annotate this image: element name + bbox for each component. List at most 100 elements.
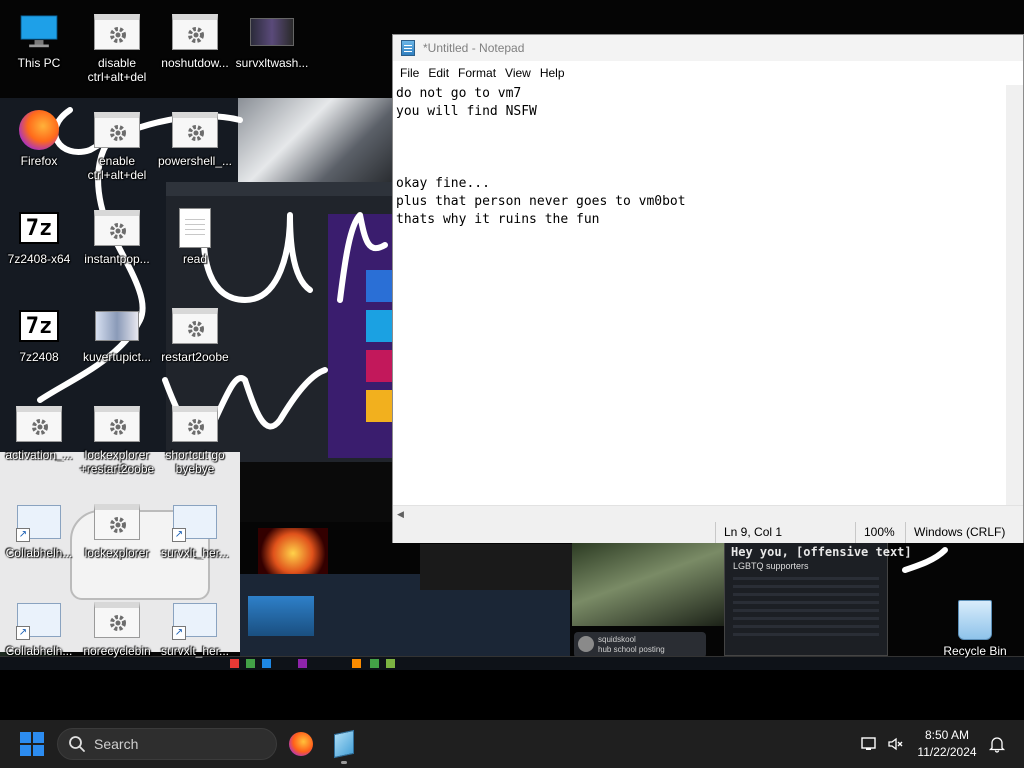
instantpop-icon[interactable]: instantpop... <box>78 198 156 292</box>
chat-text: hub school posting <box>598 644 665 654</box>
search-placeholder: Search <box>94 736 139 752</box>
chat-avatar <box>578 636 594 652</box>
7z2408-icon[interactable]: 7z 7z2408 <box>0 296 78 390</box>
settings-file-icon <box>172 14 218 50</box>
firefox-icon <box>289 732 313 756</box>
network-computer-icon <box>16 603 61 640</box>
norecyclebin-icon[interactable]: norecyclebin <box>78 590 156 684</box>
taskbar-clock[interactable]: 8:50 AM 11/22/2024 <box>912 727 982 761</box>
desktop-icon-label: norecyclebin <box>83 644 151 658</box>
window-title: *Untitled - Notepad <box>423 41 525 55</box>
settings-file-icon <box>172 308 218 344</box>
survxltwash-icon[interactable]: survxltwash... <box>233 2 311 96</box>
shortcut-go-byebye-icon[interactable]: shortcut go byebye <box>156 394 234 488</box>
7zip-icon: 7z <box>19 212 59 244</box>
lockexplorer-icon[interactable]: lockexplorer <box>78 492 156 586</box>
activation-script-icon[interactable]: activation_... <box>0 394 78 488</box>
taskbar-search[interactable]: Search <box>57 728 277 760</box>
status-bar: Ln 9, Col 1 100% Windows (CRLF) <box>393 522 1023 543</box>
scroll-left-icon[interactable]: ◀ <box>397 509 404 520</box>
disable-ctrl-alt-del-icon[interactable]: disable ctrl+alt+del <box>78 2 156 96</box>
lockexplorer-restart2oobe-icon[interactable]: lockexplorer +restart2oobe <box>78 394 156 488</box>
shortcut-file-icon <box>172 603 217 640</box>
desktop-icon-label: powershell_... <box>157 154 233 168</box>
status-position: Ln 9, Col 1 <box>715 522 855 543</box>
desktop-icon-label: disable ctrl+alt+del <box>87 56 147 84</box>
network-icon[interactable] <box>860 735 878 753</box>
recycle-bin-glyph-icon <box>958 600 992 640</box>
notification-bell-icon[interactable] <box>988 735 1006 753</box>
settings-file-icon <box>94 602 140 638</box>
text-editor[interactable]: do not go to vm7 you will find NSFW okay… <box>393 85 1023 505</box>
survxlt-her-icon[interactable]: survxlt_her... <box>156 492 234 586</box>
start-button[interactable] <box>20 732 44 756</box>
wallpaper-win8-start <box>328 214 392 458</box>
settings-file-icon <box>94 210 140 246</box>
restart2oobe-icon[interactable]: restart2oobe <box>156 296 234 390</box>
desktop-icon-label: lockexplorer <box>84 546 150 560</box>
recycle-bin-icon[interactable]: Recycle Bin <box>936 590 1014 684</box>
this-pc-icon[interactable]: This PC <box>0 2 78 96</box>
taskbar-notepad[interactable] <box>328 728 360 760</box>
wallpaper-sea-image <box>248 596 314 636</box>
monitor-icon <box>15 12 63 52</box>
wallpaper-explosion-image <box>258 528 328 574</box>
menu-file[interactable]: File <box>400 66 426 80</box>
firefox-desktop-icon[interactable]: Firefox <box>0 100 78 194</box>
status-line-ending: Windows (CRLF) <box>905 522 1023 543</box>
powershell-script-icon[interactable]: powershell_... <box>156 100 234 194</box>
read-file-icon[interactable]: read <box>156 198 234 292</box>
image-thumbnail-icon <box>250 18 294 46</box>
desktop-icon-label: shortcut go byebye <box>165 448 225 476</box>
network-computer-icon <box>16 505 61 542</box>
desktop-icon-label: enable ctrl+alt+del <box>87 154 147 182</box>
menu-edit[interactable]: Edit <box>428 66 456 80</box>
settings-file-icon <box>94 406 140 442</box>
desktop-icon-label: survxltwash... <box>235 56 309 70</box>
collabhelper-2-icon[interactable]: Collabhelh... <box>0 590 78 684</box>
wallpaper-terminal-heading: Hey you, [offensive text] <box>731 545 912 559</box>
settings-file-icon <box>172 112 218 148</box>
enable-ctrl-alt-del-icon[interactable]: enable ctrl+alt+del <box>78 100 156 194</box>
settings-file-icon <box>94 14 140 50</box>
chat-user: squidskool <box>598 635 636 644</box>
noshutdown-icon[interactable]: noshutdow... <box>156 2 234 96</box>
menu-format[interactable]: Format <box>458 66 503 80</box>
notepad-title-bar[interactable]: *Untitled - Notepad <box>393 35 1023 61</box>
wallpaper-terminal-subheading: LGBTQ supporters <box>733 561 809 571</box>
survxlt-her-2-icon[interactable]: survxlt_her... <box>156 590 234 684</box>
horizontal-scrollbar[interactable]: ◀ <box>393 505 1023 522</box>
desktop-icon-label: Recycle Bin <box>943 644 1007 658</box>
notepad-app-icon <box>401 40 415 56</box>
7zip-icon: 7z <box>19 310 59 342</box>
settings-file-icon <box>16 406 62 442</box>
desktop-icon-label: instantpop... <box>84 252 150 266</box>
desktop-icon-label: read <box>182 252 208 266</box>
settings-file-icon <box>94 112 140 148</box>
wallpaper-terminal-lines <box>733 577 879 637</box>
desktop-icon-label: Collabhelh... <box>5 546 73 560</box>
notepad-window[interactable]: *Untitled - Notepad File Edit Format Vie… <box>392 34 1024 543</box>
clock-date: 11/22/2024 <box>917 745 977 759</box>
7z2408-x64-icon[interactable]: 7z 7z2408-x64 <box>0 198 78 292</box>
settings-file-icon <box>94 504 140 540</box>
volume-muted-icon[interactable] <box>886 735 904 753</box>
menu-view[interactable]: View <box>505 66 538 80</box>
wallpaper-cars-image <box>420 544 572 590</box>
taskbar: Search 8:50 AM 11/22/2024 <box>0 720 1024 768</box>
wallpaper-green-car-image <box>572 542 724 626</box>
desktop-icon-label: kuvertupict... <box>82 350 152 364</box>
desktop-icon-label: activation_... <box>5 448 73 462</box>
desktop-icon-label: lockexplorer +restart2oobe <box>79 448 155 476</box>
active-app-indicator <box>341 761 347 764</box>
desktop-icon-label: Collabhelh... <box>5 644 73 658</box>
menu-help[interactable]: Help <box>540 66 572 80</box>
taskbar-firefox[interactable] <box>285 728 317 760</box>
desktop-icon-label: 7z2408 <box>19 350 59 364</box>
wallpaper-car-image <box>238 98 392 182</box>
desktop-icon-label: Firefox <box>20 154 58 168</box>
status-zoom: 100% <box>855 522 905 543</box>
desktop-icon-label: restart2oobe <box>161 350 229 364</box>
collabhelper-icon[interactable]: Collabhelh... <box>0 492 78 586</box>
kuvertupict-icon[interactable]: kuvertupict... <box>78 296 156 390</box>
